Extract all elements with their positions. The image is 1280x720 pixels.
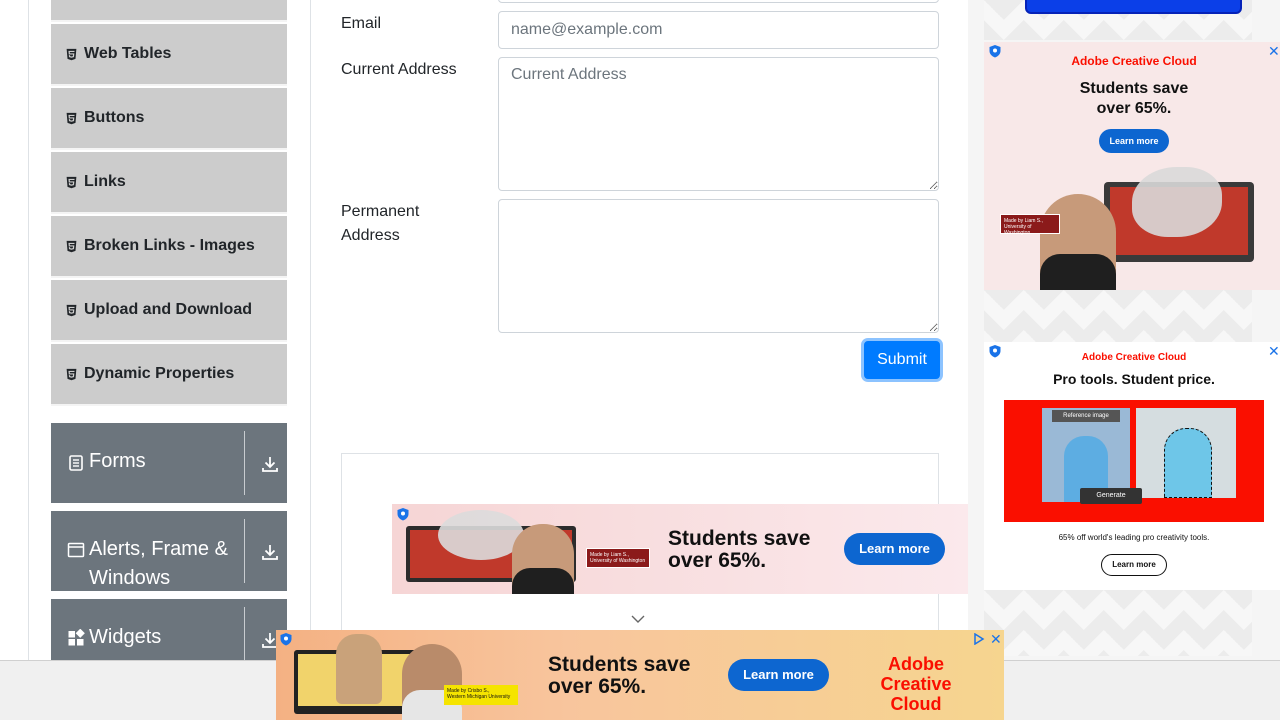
caption-tag: Made by Liam S., University of Washingto… xyxy=(1000,214,1060,236)
permanent-address-label: Permanent xyxy=(341,203,420,220)
dog-image xyxy=(336,634,382,704)
sidebar-item-label: Buttons xyxy=(84,109,145,126)
eagle-image xyxy=(1132,167,1222,237)
html5-icon xyxy=(66,240,77,252)
close-icon[interactable]: ✕ xyxy=(990,632,1002,646)
generated-image xyxy=(1136,408,1236,498)
widgets-icon xyxy=(68,629,85,646)
caption-tag: Made by Crisbo S., Western Michigan Univ… xyxy=(444,685,518,705)
learn-more-button[interactable]: Learn more xyxy=(1101,554,1167,576)
ad-headline-line: Students save xyxy=(548,653,691,676)
group-label: Widgets xyxy=(89,626,162,648)
sidebar-item-web-tables[interactable]: Web Tables xyxy=(51,24,287,86)
permanent-address-field[interactable] xyxy=(498,199,939,333)
ad-banner-bottom[interactable]: ✕ Made by Crisbo S., Western Michigan Un… xyxy=(276,630,1004,720)
sidebar-item-dynamic-properties[interactable]: Dynamic Properties xyxy=(51,344,287,406)
ad-brand-line: Adobe xyxy=(888,654,944,674)
html5-icon xyxy=(66,304,77,316)
ad-headline-line: over 65%. xyxy=(548,675,647,698)
person-shirt xyxy=(1040,254,1116,290)
ad-headline-line2: over 65%. xyxy=(1096,100,1172,117)
ad-headline: Students save xyxy=(1079,80,1189,97)
page: Web Tables Buttons Links Broken Links - … xyxy=(0,0,1280,720)
permanent-address-label-line2: Address xyxy=(341,227,400,244)
divider xyxy=(244,519,245,583)
divider xyxy=(244,431,245,495)
sidebar-item-label: Upload and Download xyxy=(84,301,252,318)
sidebar-item-label: Web Tables xyxy=(84,45,172,62)
learn-more-button[interactable]: Learn more xyxy=(728,659,829,691)
ad-banner-right-top[interactable]: ✕ Adobe Creative Cloud Students save ove… xyxy=(984,42,1280,290)
ad-banner-middle[interactable]: Made by Liam S., University of Washingto… xyxy=(392,504,968,594)
learn-more-button[interactable]: Learn more xyxy=(1099,129,1169,153)
sidebar-item-links[interactable]: Links xyxy=(51,152,287,214)
generate-button: Generate xyxy=(1080,488,1142,504)
person-image xyxy=(402,644,462,720)
sidebar-item-label: Broken Links - Images xyxy=(84,237,255,254)
sidebar-group-alerts[interactable]: Alerts, Frame & Windows xyxy=(51,511,287,591)
sidebar-item-broken-links[interactable]: Broken Links - Images xyxy=(51,216,287,278)
submit-button[interactable]: Submit xyxy=(864,341,940,379)
html5-icon xyxy=(66,368,77,380)
adchoice-play-icon[interactable] xyxy=(973,633,985,645)
learn-more-button[interactable]: Learn more xyxy=(844,533,945,565)
caption-line: Western Michigan University xyxy=(447,694,511,700)
sidebar-group-forms[interactable]: Forms xyxy=(51,423,287,503)
ad-brand: Adobe Creative Cloud xyxy=(1071,54,1197,68)
sidebar-item-buttons[interactable]: Buttons xyxy=(51,88,287,150)
ad-headline: Pro tools. Student price. xyxy=(1053,371,1215,387)
ad-headline: Students save over 65%. xyxy=(668,528,810,572)
html5-icon xyxy=(66,48,77,60)
adchoice-icon[interactable] xyxy=(279,632,293,646)
window-icon xyxy=(67,542,85,558)
html5-icon xyxy=(66,176,77,188)
ad-image-panel: Reference image Generate xyxy=(1004,400,1264,522)
sidebar-item-label: Links xyxy=(84,173,126,190)
ad-button-partial[interactable] xyxy=(1025,0,1242,14)
sidebar-item-partial[interactable] xyxy=(51,0,287,22)
person-image xyxy=(1040,194,1116,290)
group-label: Alerts, Frame & xyxy=(89,538,228,560)
reference-tag: Reference image xyxy=(1052,410,1120,422)
email-field[interactable] xyxy=(498,11,939,49)
ad-banner-right-bottom[interactable]: ✕ Adobe Creative Cloud Pro tools. Studen… xyxy=(984,342,1280,590)
chevron-down-icon[interactable] xyxy=(631,614,645,624)
caption-line: University of Washington xyxy=(590,558,646,564)
sidebar-item-label: Dynamic Properties xyxy=(84,365,235,382)
html5-icon xyxy=(66,112,77,124)
current-address-field[interactable] xyxy=(498,57,939,191)
form-icon xyxy=(69,455,83,471)
group-label-line2: Windows xyxy=(89,567,171,589)
caption-line: University of Washington xyxy=(1004,224,1032,236)
ad-brand: Adobe Creative Cloud xyxy=(854,654,978,714)
download-icon[interactable] xyxy=(261,543,279,561)
ad-background xyxy=(984,590,1252,656)
current-address-label: Current Address xyxy=(341,61,457,78)
ad-headline-line: Students save xyxy=(668,527,811,550)
ad-background xyxy=(984,290,1252,342)
caption-tag: Made by Liam S., University of Washingto… xyxy=(586,548,650,568)
full-name-field[interactable] xyxy=(498,0,939,3)
group-label: Forms xyxy=(89,450,146,472)
ad-brand: Adobe Creative Cloud xyxy=(1081,352,1187,363)
ad-subtext: 65% off world's leading pro creativity t… xyxy=(1058,533,1210,542)
ad-headline-line: over 65%. xyxy=(668,549,767,572)
person-image xyxy=(1164,428,1212,498)
sidebar-item-upload-download[interactable]: Upload and Download xyxy=(51,280,287,342)
person-image xyxy=(512,524,574,594)
adchoice-icon[interactable] xyxy=(396,507,410,521)
person-shirt xyxy=(512,568,574,594)
ad-brand-line: Creative Cloud xyxy=(880,674,952,714)
ad-headline: Students save over 65%. xyxy=(548,654,690,698)
sidebar: Web Tables Buttons Links Broken Links - … xyxy=(28,0,311,679)
email-label: Email xyxy=(341,15,382,32)
download-icon[interactable] xyxy=(261,455,279,473)
